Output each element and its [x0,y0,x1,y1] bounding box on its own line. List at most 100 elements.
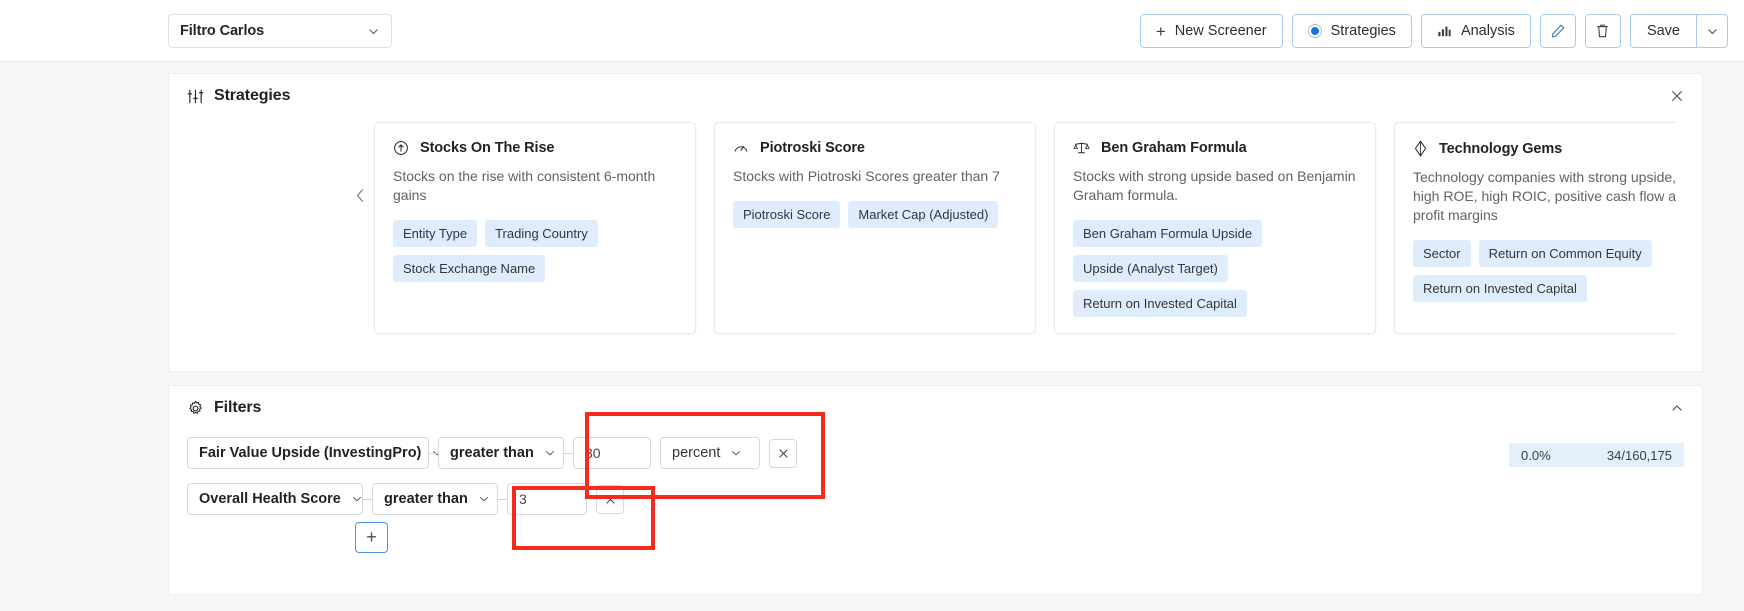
strategy-chip[interactable]: Sector [1413,240,1471,267]
strategy-chip[interactable]: Stock Exchange Name [393,255,546,282]
chevron-down-icon [730,447,742,459]
filter-unit-select[interactable]: percent [660,437,760,469]
filter-rows: Fair Value Upside (InvestingPro) greater… [169,430,1702,522]
filters-panel-header: Filters [169,386,1702,430]
remove-filter-button[interactable] [769,438,797,468]
plus-icon: + [1155,21,1166,41]
diamond-icon [1413,140,1428,157]
strategies-panel-title: Strategies [214,87,291,104]
chevron-down-icon [478,493,490,505]
filter-value-input[interactable]: 30 [573,437,651,469]
connector-dash [564,452,573,454]
save-button[interactable]: Save [1629,14,1696,48]
match-count: 34/160,175 [1606,447,1672,463]
filter-value-input[interactable]: 3 [507,483,587,515]
strategy-card[interactable]: Stocks On The Rise Stocks on the rise wi… [374,122,696,334]
filter-operator-label: greater than [450,445,534,461]
saved-filter-label: Filtro Carlos [180,23,265,39]
filter-operator-label: greater than [384,491,468,507]
toolbar-actions: + New Screener Strategies Analysis Save [1139,14,1728,48]
filters-panel-title: Filters [214,399,262,416]
remove-filter-button[interactable] [596,484,624,514]
strategy-chip[interactable]: Upside (Analyst Target) [1073,255,1228,282]
strategy-chip[interactable]: Market Cap (Adjusted) [848,201,999,228]
filter-value-text: 30 [585,445,601,461]
filter-metric-select[interactable]: Overall Health Score [187,483,363,515]
strategy-chip[interactable]: Return on Common Equity [1478,240,1652,267]
strategy-chip[interactable]: Ben Graham Formula Upside [1073,220,1263,247]
filter-row: Fair Value Upside (InvestingPro) greater… [169,430,1702,476]
strategy-card-description: Stocks with strong upside based on Benja… [1073,168,1356,203]
chevron-down-icon [1706,25,1719,38]
carousel-right-mask [1676,122,1702,367]
filter-metric-label: Overall Health Score [199,491,341,507]
chevron-down-icon [351,493,363,505]
strategy-card-title: Technology Gems [1439,140,1563,157]
circle-arrow-up-icon [393,140,409,156]
connector-dash [363,498,372,500]
strategy-chip[interactable]: Entity Type [393,220,478,247]
match-count-badge: 0.0% 34/160,175 [1509,443,1684,467]
sliders-icon [187,88,204,105]
strategy-chip[interactable]: Piotroski Score [733,201,841,228]
filter-metric-label: Fair Value Upside (InvestingPro) [199,445,422,461]
filter-operator-select[interactable]: greater than [372,483,498,515]
strategy-card-title: Ben Graham Formula [1101,140,1247,156]
bar-chart-icon [1437,24,1452,38]
analysis-label: Analysis [1460,23,1515,39]
strategy-cards-row: Stocks On The Rise Stocks on the rise wi… [374,122,1702,334]
trash-icon [1595,23,1610,39]
strategies-prev-arrow[interactable] [347,182,373,208]
strategy-card[interactable]: Piotroski Score Stocks with Piotroski Sc… [714,122,1036,334]
saved-filter-select[interactable]: Filtro Carlos [168,14,392,48]
strategy-card-header: Ben Graham Formula [1073,140,1357,156]
radio-selected-icon [1307,24,1322,38]
strategy-card-description: Stocks with Piotroski Scores greater tha… [733,168,1000,184]
save-dropdown-button[interactable] [1696,14,1728,48]
gauge-icon [733,140,749,156]
strategy-card[interactable]: Ben Graham Formula Stocks with strong up… [1054,122,1376,334]
strategy-chip[interactable]: Return on Invested Capital [1073,290,1247,317]
add-filter-button[interactable]: + [355,522,388,553]
filter-row: Overall Health Score greater than 3 [169,476,1702,522]
strategy-chip[interactable]: Return on Invested Capital [1413,275,1587,302]
strategies-panel-header: Strategies [169,74,1702,118]
strategy-card-header: Technology Gems [1413,140,1697,157]
strategy-card-chips: Ben Graham Formula Upside Upside (Analys… [1073,220,1357,317]
strategy-card-title: Stocks On The Rise [420,140,555,156]
strategy-card-chips: Sector Return on Common Equity Return on… [1413,240,1697,302]
chevron-down-icon [544,447,556,459]
filter-metric-select[interactable]: Fair Value Upside (InvestingPro) [187,437,442,469]
save-button-group: Save [1629,14,1728,48]
strategy-card-description: Technology companies with strong upside,… [1413,169,1692,223]
chevron-down-icon [367,25,380,38]
edit-button[interactable] [1539,14,1576,48]
strategies-button[interactable]: Strategies [1291,14,1412,48]
new-screener-label: New Screener [1174,23,1267,39]
chevron-up-icon[interactable] [1670,401,1684,415]
plus-icon: + [366,527,377,547]
strategy-chip[interactable]: Trading Country [485,220,598,247]
filter-operator-select[interactable]: greater than [438,437,564,469]
strategy-card-chips: Piotroski Score Market Cap (Adjusted) [733,201,1017,228]
connector-dash [498,498,507,500]
save-label: Save [1646,23,1680,39]
connector-dash [429,452,438,454]
strategies-panel: Strategies Stocks On The Rise Stocks on … [168,73,1703,372]
strategy-cards-carousel: Stocks On The Rise Stocks on the rise wi… [169,122,1702,367]
analysis-button[interactable]: Analysis [1420,14,1531,48]
scale-icon [1073,140,1090,156]
filters-panel: Filters Fair Value Upside (InvestingPro)… [168,385,1703,595]
strategy-card-description: Stocks on the rise with consistent 6-mon… [393,168,656,203]
strategy-card-header: Stocks On The Rise [393,140,677,156]
strategy-card[interactable]: Technology Gems Technology companies wit… [1394,122,1702,334]
strategy-card-chips: Entity Type Trading Country Stock Exchan… [393,220,677,282]
strategy-card-title: Piotroski Score [760,140,865,156]
new-screener-button[interactable]: + New Screener [1139,14,1283,48]
pencil-icon [1550,23,1566,39]
gear-icon [187,400,204,417]
strategies-label: Strategies [1330,23,1396,39]
close-icon[interactable] [1670,89,1684,103]
delete-button[interactable] [1584,14,1621,48]
filter-value-text: 3 [519,491,527,507]
